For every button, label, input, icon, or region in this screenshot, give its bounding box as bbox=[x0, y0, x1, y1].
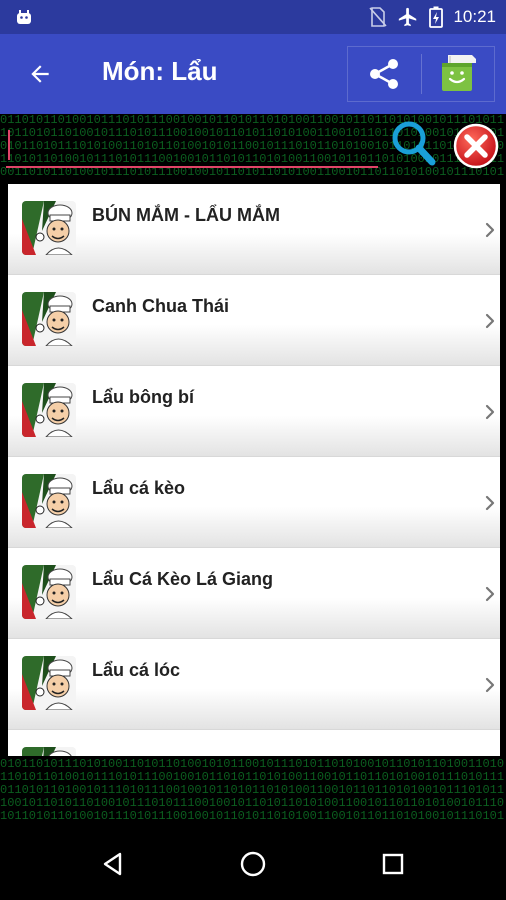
nav-home-button[interactable] bbox=[233, 844, 273, 884]
recipe-row[interactable]: Canh Chua Thái bbox=[8, 275, 500, 366]
chef-thumbnail-icon bbox=[22, 656, 76, 710]
chef-thumbnail-icon bbox=[22, 383, 76, 437]
chef-thumbnail-icon bbox=[22, 292, 76, 346]
recipe-label: Lẩu cá kèo bbox=[92, 478, 186, 498]
arrow-back-icon bbox=[31, 65, 49, 83]
recents-square-icon bbox=[382, 853, 404, 875]
back-button[interactable] bbox=[20, 54, 60, 94]
back-triangle-icon bbox=[103, 852, 122, 876]
status-bar: 10:21 bbox=[0, 0, 506, 34]
chef-thumbnail-icon bbox=[22, 474, 76, 528]
nav-recents-button[interactable] bbox=[373, 844, 413, 884]
recipe-label: Lẩu Cá Kèo Lá Giang bbox=[92, 569, 274, 589]
recipe-row[interactable]: Lẩu cá lóc bbox=[8, 639, 500, 730]
app-bar: Món: Lẩu bbox=[0, 34, 506, 114]
search-button[interactable] bbox=[388, 118, 440, 170]
nav-bar bbox=[0, 828, 506, 900]
chevron-right-icon bbox=[484, 676, 496, 694]
chevron-right-icon bbox=[484, 312, 496, 330]
chevron-right-icon bbox=[484, 494, 496, 512]
clear-icon bbox=[453, 123, 499, 169]
android-icon bbox=[17, 10, 31, 24]
share-icon bbox=[370, 59, 399, 89]
store-icon bbox=[441, 55, 476, 91]
page-title: Món: Lẩu bbox=[102, 56, 218, 86]
matrix-line: 1011010110100101110101110010010110101101… bbox=[0, 809, 505, 823]
search-input[interactable] bbox=[6, 124, 378, 168]
clear-button[interactable] bbox=[452, 122, 500, 170]
home-circle-icon bbox=[240, 851, 266, 877]
action-group bbox=[347, 46, 495, 102]
recipe-list: BÚN MẮM - LẨU MẮM Canh Chua Thái Lẩu bôn… bbox=[8, 184, 500, 756]
chef-thumbnail-icon bbox=[22, 747, 76, 756]
search-icon bbox=[392, 121, 436, 166]
share-button[interactable] bbox=[348, 46, 421, 102]
chevron-right-icon bbox=[484, 585, 496, 603]
recipe-label: BÚN MẮM - LẨU MẮM bbox=[92, 205, 280, 225]
recipe-row[interactable]: Lẩu bông bí bbox=[8, 366, 500, 457]
chevron-right-icon bbox=[484, 221, 496, 239]
recipe-row[interactable]: BÚN MẮM - LẨU MẮM bbox=[8, 184, 500, 275]
chef-thumbnail-icon bbox=[22, 201, 76, 255]
chef-thumbnail-icon bbox=[22, 565, 76, 619]
nav-back-button[interactable] bbox=[93, 844, 133, 884]
recipe-row[interactable] bbox=[8, 730, 500, 756]
matrix-background-bottom: 0101101011101010011010110100101011001011… bbox=[0, 756, 506, 828]
recipe-label: Lẩu cá lóc bbox=[92, 660, 181, 680]
store-button[interactable] bbox=[422, 46, 495, 102]
no-sim-icon bbox=[369, 7, 388, 27]
battery-charging-icon bbox=[429, 6, 444, 28]
recipe-row[interactable]: Lẩu Cá Kèo Lá Giang bbox=[8, 548, 500, 639]
chevron-right-icon bbox=[484, 403, 496, 421]
text-caret bbox=[8, 130, 10, 160]
airplane-icon bbox=[399, 7, 417, 27]
recipe-label: Canh Chua Thái bbox=[92, 296, 230, 316]
recipe-label: Lẩu bông bí bbox=[92, 387, 194, 407]
recipe-row[interactable]: Lẩu cá kèo bbox=[8, 457, 500, 548]
status-time: 10:21 bbox=[453, 7, 496, 26]
